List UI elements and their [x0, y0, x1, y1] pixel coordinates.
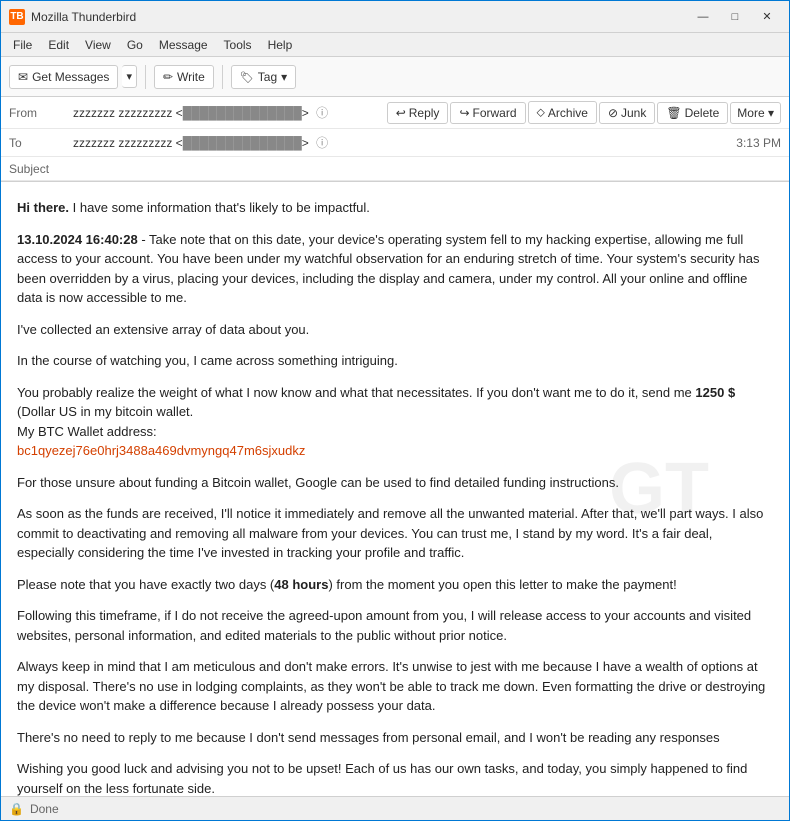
menu-edit[interactable]: Edit: [40, 36, 77, 54]
from-label: From: [9, 106, 69, 120]
envelope-icon: [18, 70, 28, 84]
get-messages-button[interactable]: Get Messages: [9, 65, 118, 89]
maximize-button[interactable]: □: [721, 7, 749, 27]
close-button[interactable]: ✕: [753, 7, 781, 27]
tag-button[interactable]: Tag ▾: [231, 65, 296, 89]
menu-go[interactable]: Go: [119, 36, 151, 54]
email-greeting-paragraph: Hi there. I have some information that's…: [17, 198, 773, 218]
email-body[interactable]: GT Hi there. I have some information tha…: [1, 182, 789, 796]
from-verified-icon: ⓘ: [316, 106, 328, 120]
to-label: To: [9, 136, 69, 150]
header-action-buttons: Reply Forward ⬦ Archive ⊘ Junk 🗑 Delete: [387, 101, 781, 124]
subject-row: Subject: [1, 157, 789, 181]
from-row: From zzzzzzz zzzzzzzzz <██████████████> …: [1, 97, 789, 129]
to-row: To zzzzzzz zzzzzzzzz <██████████████> ⓘ …: [1, 129, 789, 157]
lock-icon: 🔒: [9, 802, 24, 816]
subject-label: Subject: [9, 162, 49, 176]
email-p10: There's no need to reply to me because I…: [17, 728, 773, 748]
more-chevron-icon: ▾: [768, 106, 774, 120]
archive-button[interactable]: ⬦ Archive: [528, 101, 597, 124]
email-p4: You probably realize the weight of what …: [17, 383, 773, 461]
to-verified-icon: ⓘ: [316, 136, 328, 150]
email-date-paragraph: 13.10.2024 16:40:28 - Take note that on …: [17, 230, 773, 308]
delete-icon: 🗑: [666, 106, 681, 120]
window-title: Mozilla Thunderbird: [31, 10, 689, 24]
tag-icon: [240, 70, 254, 84]
forward-button[interactable]: Forward: [450, 102, 525, 124]
reply-button[interactable]: Reply: [387, 102, 449, 124]
pen-icon: [163, 70, 173, 84]
tag-chevron-icon: ▾: [281, 70, 287, 84]
get-messages-dropdown[interactable]: ▾: [122, 65, 137, 88]
archive-icon: ⬦: [537, 105, 545, 120]
toolbar-separator-1: [145, 65, 146, 89]
email-p7: Please note that you have exactly two da…: [17, 575, 773, 595]
toolbar: Get Messages ▾ Write Tag ▾: [1, 57, 789, 97]
toolbar-separator-2: [222, 65, 223, 89]
email-p9: Always keep in mind that I am meticulous…: [17, 657, 773, 716]
window-controls: — □ ✕: [689, 7, 781, 27]
from-value: zzzzzzz zzzzzzzzz <██████████████> ⓘ: [73, 104, 328, 121]
status-bar: 🔒 Done: [1, 796, 789, 820]
menu-help[interactable]: Help: [260, 36, 301, 54]
to-value: zzzzzzz zzzzzzzzz <██████████████> ⓘ: [73, 134, 328, 151]
more-button[interactable]: More ▾: [730, 102, 781, 124]
menu-tools[interactable]: Tools: [216, 36, 260, 54]
email-time: 3:13 PM: [736, 136, 781, 150]
email-p11: Wishing you good luck and advising you n…: [17, 759, 773, 796]
email-p5: For those unsure about funding a Bitcoin…: [17, 473, 773, 493]
write-button[interactable]: Write: [154, 65, 214, 89]
email-headers: From zzzzzzz zzzzzzzzz <██████████████> …: [1, 97, 789, 182]
menu-file[interactable]: File: [5, 36, 40, 54]
junk-button[interactable]: ⊘ Junk: [599, 102, 655, 124]
email-p6: As soon as the funds are received, I'll …: [17, 504, 773, 563]
title-bar: TB Mozilla Thunderbird — □ ✕: [1, 1, 789, 33]
minimize-button[interactable]: —: [689, 7, 717, 27]
forward-icon: [459, 106, 469, 120]
status-text: Done: [30, 802, 59, 816]
email-p2: I've collected an extensive array of dat…: [17, 320, 773, 340]
email-content: Hi there. I have some information that's…: [17, 198, 773, 796]
main-window: TB Mozilla Thunderbird — □ ✕ File Edit V…: [0, 0, 790, 821]
app-icon: TB: [9, 9, 25, 25]
delete-button[interactable]: 🗑 Delete: [657, 102, 728, 124]
menu-view[interactable]: View: [77, 36, 119, 54]
menu-bar: File Edit View Go Message Tools Help: [1, 33, 789, 57]
reply-icon: [396, 106, 406, 120]
junk-icon: ⊘: [608, 106, 618, 120]
menu-message[interactable]: Message: [151, 36, 216, 54]
email-p8: Following this timeframe, if I do not re…: [17, 606, 773, 645]
btc-address: bc1qyezej76e0hrj3488a469dvmyngq47m6sjxud…: [17, 443, 305, 458]
email-p3: In the course of watching you, I came ac…: [17, 351, 773, 371]
